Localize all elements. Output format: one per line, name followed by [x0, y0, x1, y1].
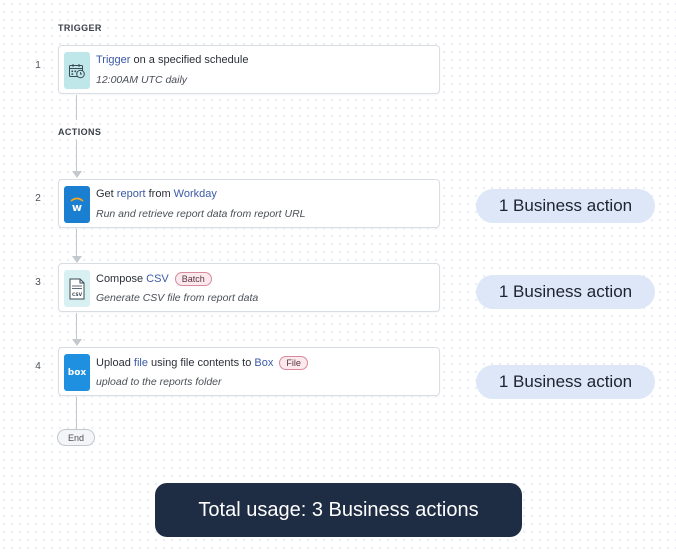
- calendar-clock-icon: [64, 52, 90, 89]
- connector-line: [76, 397, 77, 429]
- step-subtitle: Generate CSV file from report data: [96, 292, 259, 304]
- step-number-3: 3: [35, 277, 41, 288]
- csv-icon-label: CSV: [72, 292, 83, 298]
- step-title: Compose CSV Batch: [96, 272, 212, 286]
- connector-line: [76, 313, 77, 339]
- box-icon-label: box: [67, 367, 87, 378]
- csv-keyword[interactable]: CSV: [146, 273, 169, 285]
- title-text: using file contents to: [147, 357, 255, 369]
- connector-line: [76, 229, 77, 256]
- arrow-down-icon: [72, 256, 82, 263]
- connector-line: [76, 140, 77, 171]
- trigger-section-label: TRIGGER: [58, 23, 102, 33]
- title-text: on a specified schedule: [130, 54, 249, 66]
- title-text: from: [145, 188, 174, 200]
- trigger-step-card[interactable]: Trigger on a specified schedule 12:00AM …: [58, 45, 440, 94]
- svg-text:w: w: [72, 201, 82, 214]
- business-action-pill: 1 Business action: [476, 275, 655, 309]
- end-marker: End: [57, 429, 95, 446]
- box-logo-icon: box: [64, 354, 90, 391]
- step-subtitle: upload to the reports folder: [96, 376, 222, 388]
- step-number-4: 4: [35, 361, 41, 372]
- actions-section-label: ACTIONS: [58, 127, 102, 137]
- workday-keyword[interactable]: Workday: [174, 188, 217, 200]
- step-title: Get report from Workday: [96, 188, 217, 200]
- connector-line: [76, 95, 77, 120]
- step-title: Upload file using file contents to Box F…: [96, 356, 308, 370]
- workday-logo-icon: w: [64, 186, 90, 223]
- arrow-down-icon: [72, 339, 82, 346]
- box-step-card[interactable]: box Upload file using file contents to B…: [58, 347, 440, 396]
- csv-step-card[interactable]: CSV Compose CSV Batch Generate CSV file …: [58, 263, 440, 312]
- batch-badge: Batch: [174, 272, 212, 286]
- title-text: Compose: [96, 273, 147, 285]
- business-action-pill: 1 Business action: [476, 365, 655, 399]
- total-usage-banner: Total usage: 3 Business actions: [155, 483, 522, 537]
- step-title: Trigger on a specified schedule: [96, 54, 248, 66]
- arrow-down-icon: [72, 171, 82, 178]
- step-subtitle: 12:00AM UTC daily: [96, 74, 188, 86]
- step-number-1: 1: [35, 60, 41, 71]
- business-action-pill: 1 Business action: [476, 189, 655, 223]
- file-badge: File: [279, 356, 308, 370]
- report-keyword[interactable]: report: [117, 188, 146, 200]
- step-subtitle: Run and retrieve report data from report…: [96, 208, 306, 220]
- workday-step-card[interactable]: w Get report from Workday Run and retrie…: [58, 179, 440, 228]
- title-text: Upload: [96, 357, 134, 369]
- file-keyword[interactable]: file: [134, 357, 148, 369]
- step-number-2: 2: [35, 193, 41, 204]
- csv-file-icon: CSV: [64, 270, 90, 307]
- trigger-keyword[interactable]: Trigger: [96, 54, 130, 66]
- box-keyword[interactable]: Box: [254, 357, 273, 369]
- title-text: Get: [96, 188, 117, 200]
